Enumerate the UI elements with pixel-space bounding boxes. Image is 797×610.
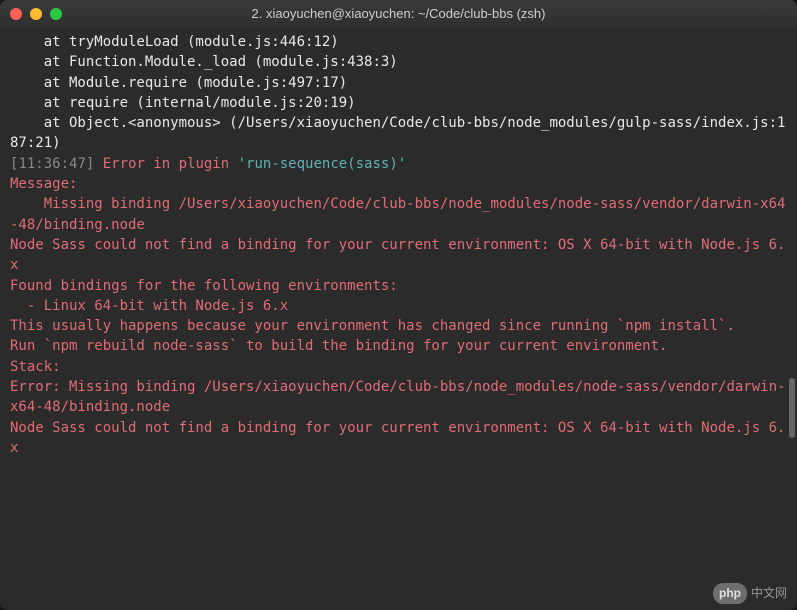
plugin-name: run-sequence(sass) <box>246 156 398 172</box>
titlebar[interactable]: 2. xiaoyuchen@xiaoyuchen: ~/Code/club-bb… <box>0 0 797 28</box>
minimize-icon[interactable] <box>30 8 42 20</box>
quote: ' <box>398 156 406 172</box>
message-header: Message: <box>10 174 787 194</box>
stack-error: Error: Missing binding /Users/xiaoyuchen… <box>10 377 787 418</box>
stack-line: at tryModuleLoad (module.js:446:12) <box>10 32 787 52</box>
log-line: [11:36:47] Error in plugin 'run-sequence… <box>10 154 787 174</box>
stack-line: at Object.<anonymous> (/Users/xiaoyuchen… <box>10 113 787 154</box>
watermark-text: 中文网 <box>751 585 787 602</box>
php-badge: php <box>713 583 747 604</box>
terminal-body[interactable]: at tryModuleLoad (module.js:446:12) at F… <box>0 28 797 610</box>
env-line: - Linux 64-bit with Node.js 6.x <box>10 296 787 316</box>
found-header: Found bindings for the following environ… <box>10 276 787 296</box>
timestamp: 11:36:47 <box>18 156 85 172</box>
error-line: Node Sass could not find a binding for y… <box>10 235 787 276</box>
hint-line: This usually happens because your enviro… <box>10 316 787 336</box>
stack-line: at Module.require (module.js:497:17) <box>10 73 787 93</box>
terminal-window: 2. xiaoyuchen@xiaoyuchen: ~/Code/club-bb… <box>0 0 797 610</box>
maximize-icon[interactable] <box>50 8 62 20</box>
stack-header: Stack: <box>10 357 787 377</box>
scrollbar-thumb[interactable] <box>789 378 795 438</box>
stack-line: at require (internal/module.js:20:19) <box>10 93 787 113</box>
watermark: php 中文网 <box>713 583 787 604</box>
close-icon[interactable] <box>10 8 22 20</box>
hint-line: Run `npm rebuild node-sass` to build the… <box>10 336 787 356</box>
error-line: Node Sass could not find a binding for y… <box>10 418 787 459</box>
traffic-lights <box>0 8 62 20</box>
stack-line: at Function.Module._load (module.js:438:… <box>10 52 787 72</box>
window-title: 2. xiaoyuchen@xiaoyuchen: ~/Code/club-bb… <box>0 5 797 24</box>
quote: ' <box>238 156 246 172</box>
bracket: ] <box>86 156 103 172</box>
message-body: Missing binding /Users/xiaoyuchen/Code/c… <box>10 194 787 235</box>
error-label: Error in plugin <box>103 156 238 172</box>
